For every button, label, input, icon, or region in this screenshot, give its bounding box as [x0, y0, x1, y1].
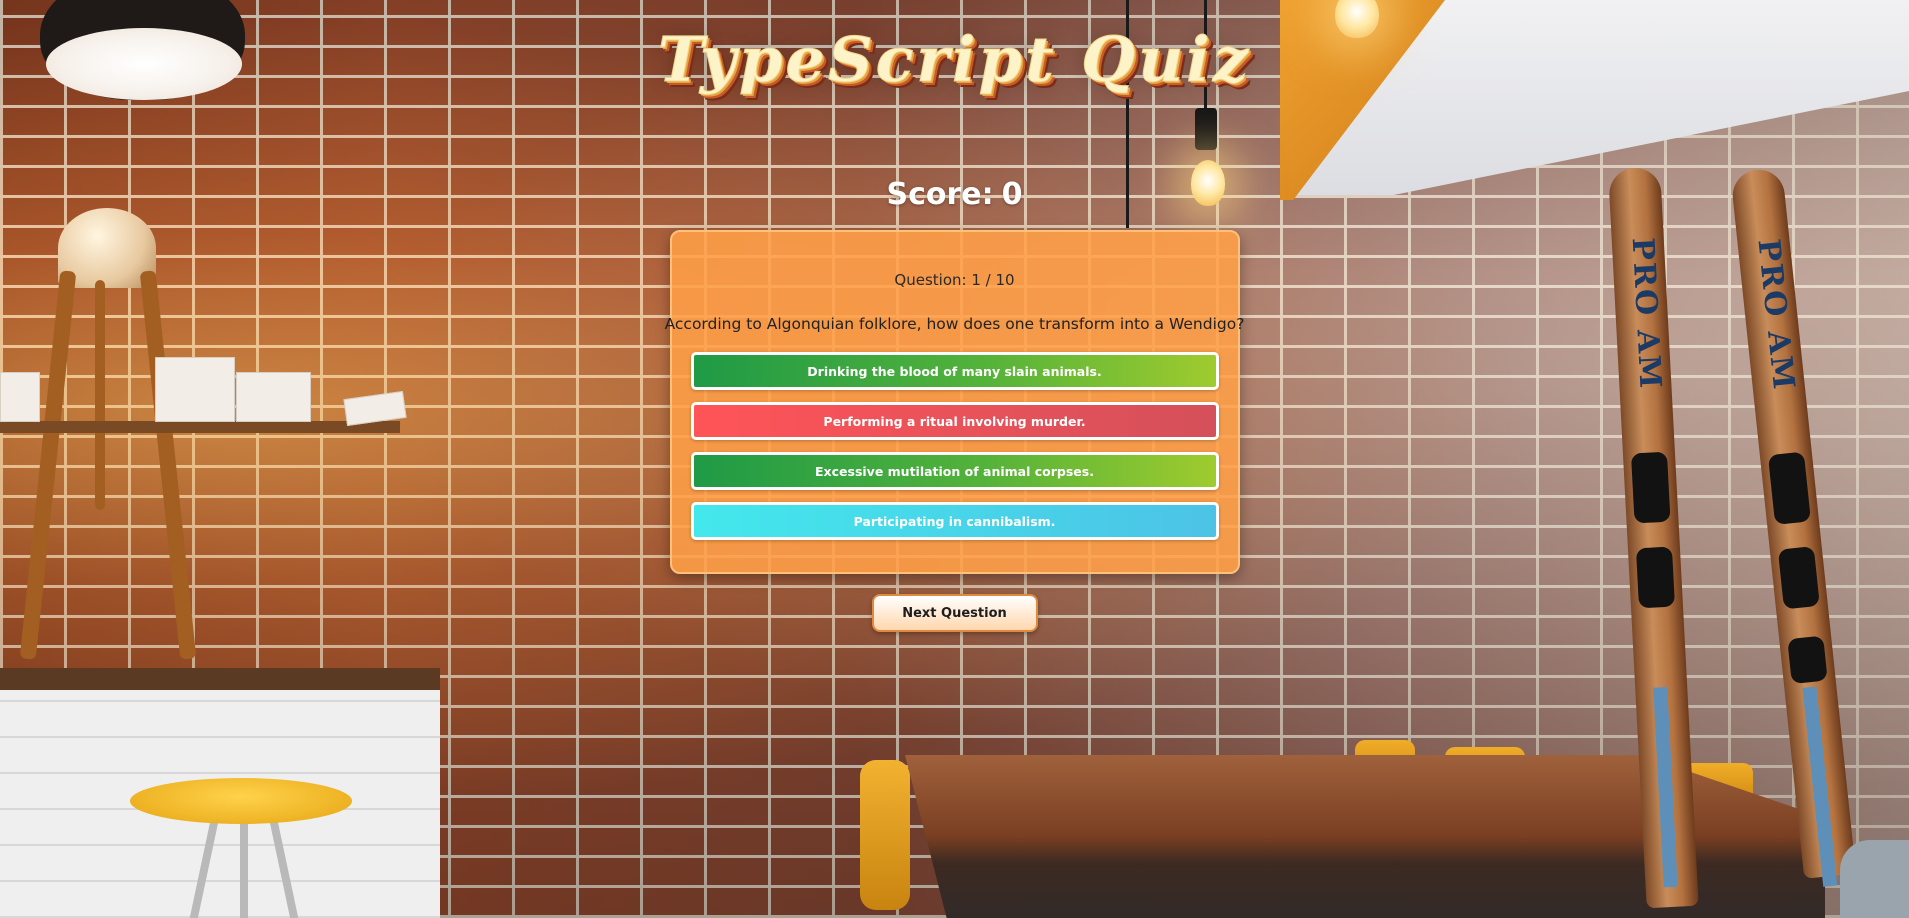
answer-button[interactable]: Drinking the blood of many slain animals… — [690, 352, 1219, 390]
score-label: Score: — [886, 177, 994, 212]
answer-button[interactable]: Performing a ritual involving murder. — [690, 402, 1219, 440]
score-display: Score: 0 — [886, 176, 1022, 214]
answer-label: Performing a ritual involving murder. — [823, 413, 1086, 429]
answer-button[interactable]: Participating in cannibalism. — [690, 502, 1219, 540]
quiz-app: TypeScript Quiz Score: 0 Question: 1 / 1… — [0, 0, 1909, 918]
answer-label: Drinking the blood of many slain animals… — [807, 363, 1102, 379]
answer-label: Excessive mutilation of animal corpses. — [815, 463, 1094, 479]
next-question-button[interactable]: Next Question — [871, 594, 1038, 632]
answer-list: Drinking the blood of many slain animals… — [690, 352, 1219, 540]
question-counter: Question: 1 / 10 — [894, 271, 1015, 289]
answer-label: Participating in cannibalism. — [853, 513, 1056, 529]
question-text: According to Algonquian folklore, how do… — [664, 315, 1245, 333]
page-title: TypeScript Quiz — [657, 23, 1252, 97]
question-card: Question: 1 / 10 According to Algonquian… — [665, 230, 1244, 574]
score-value: 0 — [1001, 177, 1023, 212]
answer-button[interactable]: Excessive mutilation of animal corpses. — [690, 452, 1219, 490]
